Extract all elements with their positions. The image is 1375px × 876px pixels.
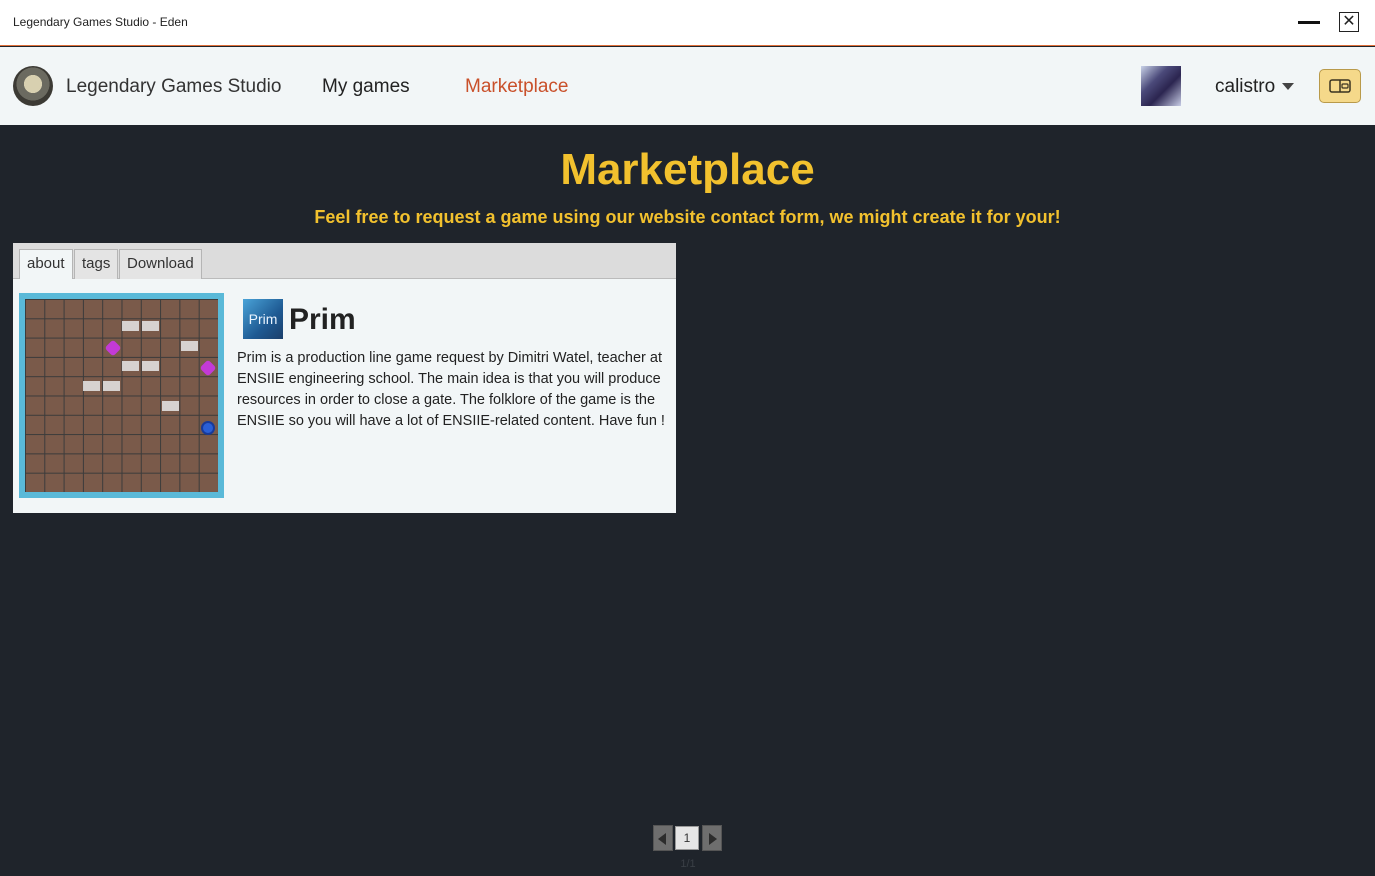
tab-download[interactable]: Download — [119, 249, 202, 279]
minimize-icon[interactable] — [1298, 21, 1320, 24]
triangle-right-icon[interactable] — [702, 825, 722, 851]
game-card-tabs: about tags Download — [13, 243, 676, 279]
window-title: Legendary Games Studio - Eden — [13, 15, 188, 29]
game-screenshot[interactable] — [19, 293, 224, 498]
page-subtitle: Feel free to request a game using our we… — [314, 207, 1061, 227]
avatar[interactable] — [1141, 66, 1181, 106]
triangle-left-icon[interactable] — [653, 825, 673, 851]
close-icon[interactable]: ✕ — [1339, 12, 1359, 32]
page-number-button[interactable]: 1 — [675, 826, 699, 850]
chevron-down-icon[interactable] — [1282, 83, 1294, 90]
wallet-button[interactable] — [1319, 69, 1361, 103]
nav-item-marketplace[interactable]: Marketplace — [465, 76, 569, 98]
studio-logo-icon[interactable] — [13, 66, 53, 106]
nav-item-my-games[interactable]: My games — [322, 76, 410, 98]
game-description: Prim is a production line game request b… — [237, 350, 665, 429]
page-count-label: 1/1 — [680, 858, 696, 870]
username-dropdown[interactable]: calistro — [1215, 76, 1275, 98]
game-name: Prim — [289, 303, 356, 336]
window-titlebar: Legendary Games Studio - Eden ✕ — [0, 0, 1375, 46]
pagination: 1 — [653, 825, 723, 851]
wallet-icon — [1329, 79, 1351, 93]
game-card: about tags Download Prim Prim Prim is a … — [13, 243, 676, 513]
studio-name: Legendary Games Studio — [66, 76, 282, 97]
page-title: Marketplace — [560, 145, 815, 194]
game-icon: Prim — [243, 299, 283, 339]
tab-about[interactable]: about — [19, 249, 73, 279]
top-navbar: Legendary Games Studio My games Marketpl… — [0, 47, 1375, 125]
tab-tags[interactable]: tags — [74, 249, 119, 279]
